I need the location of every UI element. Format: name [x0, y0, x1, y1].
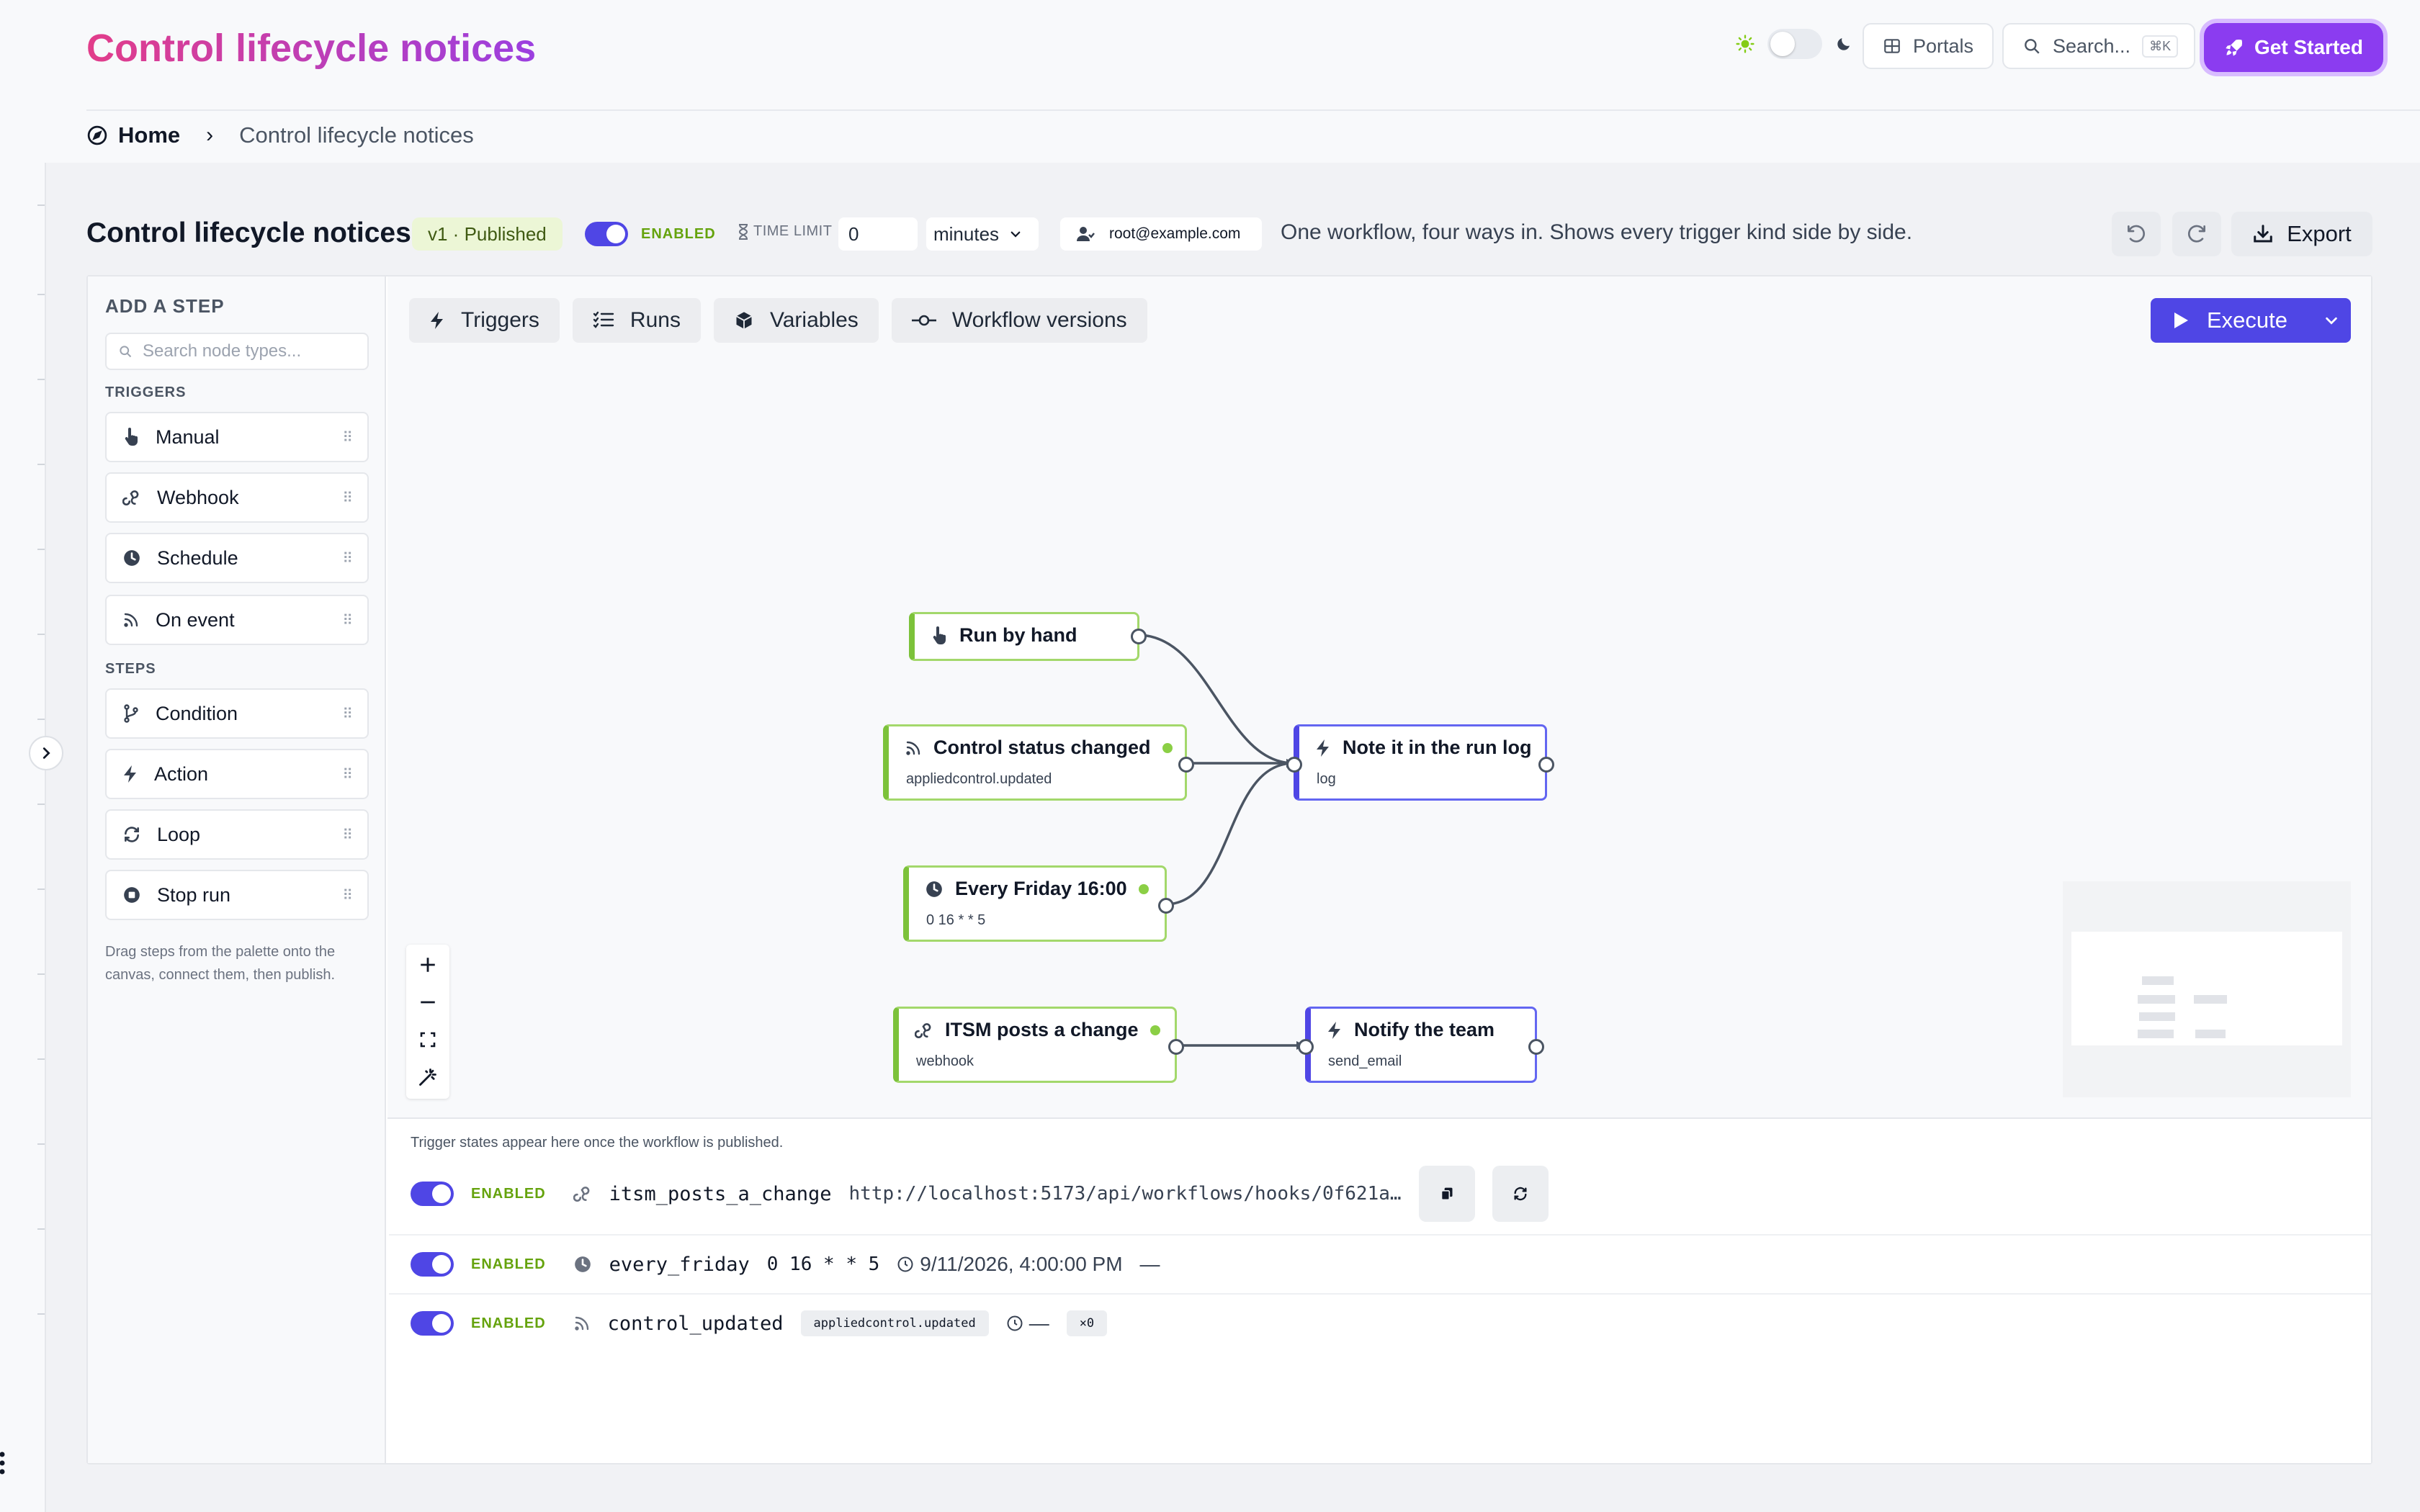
- trigger-key: every_friday: [609, 1253, 750, 1276]
- rss-icon: [905, 739, 922, 757]
- fit-view-icon: [419, 1031, 436, 1048]
- enabled-label: ENABLED: [471, 1256, 546, 1272]
- next-run: 9/11/2026, 4:00:00 PM: [897, 1253, 1123, 1276]
- cron-expression: 0 16 * * 5: [766, 1254, 880, 1275]
- enabled-label: ENABLED: [471, 1185, 546, 1202]
- event-tag: appliedcontrol.updated: [800, 1310, 989, 1336]
- bolt-icon: [1327, 1021, 1343, 1040]
- clock-outline-icon: [897, 1256, 914, 1273]
- trigger-key: control_updated: [607, 1312, 784, 1335]
- trigger-row-event: ENABLED control_updated appliedcontrol.u…: [389, 1295, 2371, 1352]
- trigger-enabled-toggle[interactable]: [411, 1252, 454, 1277]
- trigger-enabled-toggle[interactable]: [411, 1182, 454, 1206]
- hand-pointer-icon: [931, 626, 948, 645]
- copy-icon: [1440, 1187, 1454, 1201]
- minus-icon: [418, 993, 437, 1012]
- status-dot: [1150, 1025, 1160, 1035]
- bolt-icon: [1315, 739, 1331, 757]
- last-fired: —: [1006, 1312, 1049, 1335]
- node-subtitle: send_email: [1328, 1053, 1402, 1069]
- node-output-port[interactable]: [1528, 1039, 1544, 1055]
- node-input-port[interactable]: [1286, 757, 1302, 773]
- clock-outline-icon: [1006, 1315, 1023, 1332]
- copy-url-button[interactable]: [1418, 1166, 1475, 1222]
- node-output-port[interactable]: [1131, 629, 1147, 644]
- node-output-port[interactable]: [1178, 757, 1194, 773]
- node-subtitle: appliedcontrol.updated: [906, 771, 1052, 787]
- magic-wand-icon: [418, 1067, 438, 1087]
- node-title: Notify the team: [1354, 1019, 1495, 1040]
- node-title: Note it in the run log: [1343, 737, 1532, 758]
- minimap-viewport: [2071, 932, 2342, 1045]
- node-notify-team[interactable]: Notify the team send_email: [1298, 1007, 1544, 1083]
- webhook-icon: [573, 1184, 592, 1203]
- fit-view-button[interactable]: [406, 1021, 449, 1058]
- trigger-enabled-toggle[interactable]: [411, 1311, 454, 1336]
- plus-icon: [418, 955, 437, 974]
- node-run-by-hand[interactable]: Run by hand: [909, 612, 1147, 661]
- node-itsm-posts-change[interactable]: ITSM posts a change webhook: [893, 1007, 1184, 1083]
- clock-icon: [925, 880, 944, 899]
- minimap-node: [2139, 1012, 2175, 1021]
- next-run-value: 9/11/2026, 4:00:00 PM: [920, 1253, 1123, 1275]
- node-input-port[interactable]: [1298, 1039, 1314, 1055]
- node-note-run-log[interactable]: Note it in the run log log: [1286, 724, 1554, 801]
- node-subtitle: webhook: [916, 1053, 974, 1069]
- minimap-node: [2194, 995, 2227, 1004]
- minimap-node: [2142, 976, 2174, 985]
- last-fired-value: —: [1028, 1312, 1049, 1334]
- minimap-node: [2195, 1030, 2226, 1038]
- node-subtitle: log: [1317, 771, 1336, 787]
- clock-icon: [573, 1255, 592, 1274]
- fire-count-badge: ×0: [1066, 1310, 1108, 1336]
- node-title: Control status changed: [933, 737, 1151, 758]
- node-output-port[interactable]: [1158, 898, 1174, 914]
- node-title: Run by hand: [959, 624, 1077, 646]
- rss-icon: [573, 1315, 591, 1332]
- enabled-label: ENABLED: [471, 1315, 546, 1331]
- auto-layout-button[interactable]: [406, 1058, 449, 1096]
- node-every-friday[interactable]: Every Friday 16:00 0 16 * * 5: [903, 865, 1174, 942]
- trigger-row-schedule: ENABLED every_friday 0 16 * * 5 9/11/202…: [389, 1236, 2371, 1293]
- node-title: ITSM posts a change: [945, 1019, 1139, 1040]
- minimap-node: [2138, 995, 2175, 1004]
- webhook-icon: [915, 1021, 933, 1040]
- node-title: Every Friday 16:00: [955, 878, 1127, 899]
- trigger-states-note: Trigger states appear here once the work…: [411, 1135, 784, 1151]
- regenerate-url-button[interactable]: [1492, 1166, 1549, 1222]
- node-output-port[interactable]: [1538, 757, 1554, 773]
- last-run-value: —: [1139, 1253, 1160, 1275]
- zoom-controls: [406, 945, 449, 1099]
- status-dot: [1162, 742, 1173, 753]
- trigger-key: itsm_posts_a_change: [609, 1182, 832, 1205]
- status-dot: [1138, 883, 1149, 894]
- node-control-status-changed[interactable]: Control status changed appliedcontrol.up…: [883, 724, 1194, 801]
- minimap-node: [2138, 1030, 2174, 1038]
- zoom-out-button[interactable]: [406, 984, 449, 1021]
- node-output-port[interactable]: [1168, 1039, 1184, 1055]
- trigger-row-webhook: ENABLED itsm_posts_a_change http://local…: [389, 1165, 2371, 1223]
- zoom-in-button[interactable]: [406, 946, 449, 984]
- node-subtitle: 0 16 * * 5: [926, 912, 986, 928]
- webhook-url: http://localhost:5173/api/workflows/hook…: [848, 1183, 1402, 1205]
- refresh-icon: [1512, 1186, 1528, 1202]
